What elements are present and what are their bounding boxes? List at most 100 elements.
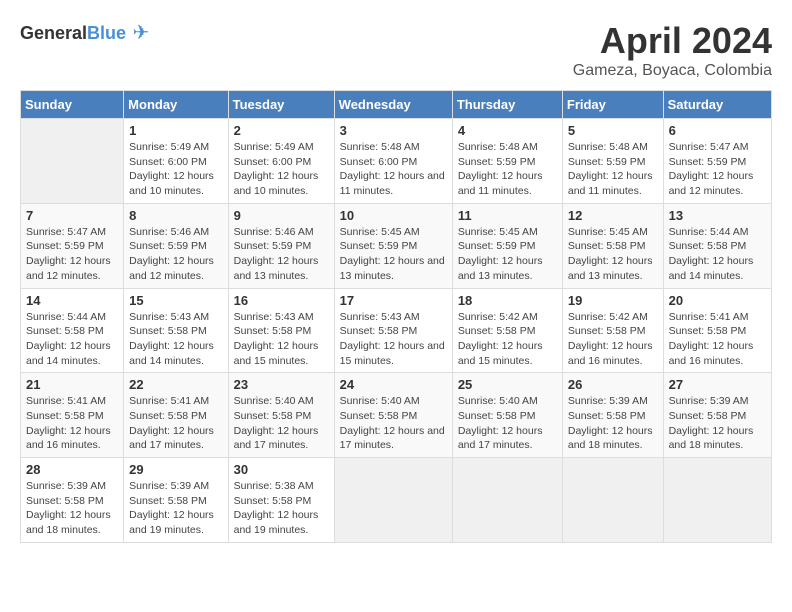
logo-blue: Blue: [87, 23, 126, 43]
day-info: Sunrise: 5:40 AMSunset: 5:58 PMDaylight:…: [234, 394, 329, 453]
week-row-1: 1 Sunrise: 5:49 AMSunset: 6:00 PMDaylight…: [21, 119, 772, 204]
calendar-cell: [21, 119, 124, 204]
calendar-header-row: SundayMondayTuesdayWednesdayThursdayFrid…: [21, 91, 772, 119]
calendar-cell: [562, 458, 663, 543]
day-number: 22: [129, 377, 222, 392]
column-header-tuesday: Tuesday: [228, 91, 334, 119]
calendar-cell: 11 Sunrise: 5:45 AMSunset: 5:59 PMDayligh…: [452, 203, 562, 288]
day-number: 2: [234, 123, 329, 138]
calendar-cell: 24Sunrise: 5:40 AMSunset: 5:58 PMDayligh…: [334, 373, 452, 458]
title-area: April 2024 Gameza, Boyaca, Colombia: [573, 20, 772, 80]
day-number: 9: [234, 208, 329, 223]
calendar-cell: 13 Sunrise: 5:44 AMSunset: 5:58 PMDayligh…: [663, 203, 771, 288]
column-header-friday: Friday: [562, 91, 663, 119]
day-info: Sunrise: 5:47 AMSunset: 5:59 PMDaylight:…: [26, 225, 118, 284]
day-number: 21: [26, 377, 118, 392]
day-info: Sunrise: 5:42 AMSunset: 5:58 PMDaylight:…: [458, 310, 557, 369]
day-number: 23: [234, 377, 329, 392]
logo-general: General: [20, 23, 87, 43]
logo-bird-icon: ✈: [133, 22, 150, 44]
calendar-cell: 6 Sunrise: 5:47 AMSunset: 5:59 PMDaylight…: [663, 119, 771, 204]
calendar-body: 1 Sunrise: 5:49 AMSunset: 6:00 PMDaylight…: [21, 119, 772, 543]
week-row-5: 28 Sunrise: 5:39 AMSunset: 5:58 PMDayligh…: [21, 458, 772, 543]
calendar-cell: 22 Sunrise: 5:41 AMSunset: 5:58 PMDayligh…: [124, 373, 228, 458]
calendar-cell: 4Sunrise: 5:48 AMSunset: 5:59 PMDaylight…: [452, 119, 562, 204]
day-number: 16: [234, 293, 329, 308]
day-number: 26: [568, 377, 658, 392]
calendar-cell: 16 Sunrise: 5:43 AMSunset: 5:58 PMDayligh…: [228, 288, 334, 373]
day-info: Sunrise: 5:40 AMSunset: 5:58 PMDaylight:…: [458, 394, 557, 453]
calendar-cell: 25 Sunrise: 5:40 AMSunset: 5:58 PMDayligh…: [452, 373, 562, 458]
calendar-cell: 23 Sunrise: 5:40 AMSunset: 5:58 PMDayligh…: [228, 373, 334, 458]
calendar-cell: 29Sunrise: 5:39 AMSunset: 5:58 PMDayligh…: [124, 458, 228, 543]
day-info: Sunrise: 5:42 AMSunset: 5:58 PMDaylight:…: [568, 310, 658, 369]
day-number: 8: [129, 208, 222, 223]
day-number: 18: [458, 293, 557, 308]
day-number: 25: [458, 377, 557, 392]
calendar-cell: 27 Sunrise: 5:39 AMSunset: 5:58 PMDayligh…: [663, 373, 771, 458]
location-subtitle: Gameza, Boyaca, Colombia: [573, 62, 772, 80]
day-info: Sunrise: 5:43 AMSunset: 5:58 PMDaylight:…: [340, 310, 447, 369]
calendar-cell: 28 Sunrise: 5:39 AMSunset: 5:58 PMDayligh…: [21, 458, 124, 543]
column-header-monday: Monday: [124, 91, 228, 119]
day-info: Sunrise: 5:44 AMSunset: 5:58 PMDaylight:…: [26, 310, 118, 369]
day-info: Sunrise: 5:49 AMSunset: 6:00 PMDaylight:…: [234, 140, 329, 199]
day-number: 11: [458, 208, 557, 223]
calendar-cell: 19 Sunrise: 5:42 AMSunset: 5:58 PMDayligh…: [562, 288, 663, 373]
day-info: Sunrise: 5:39 AMSunset: 5:58 PMDaylight:…: [129, 479, 222, 538]
day-number: 6: [669, 123, 766, 138]
day-number: 30: [234, 462, 329, 477]
calendar-cell: 20 Sunrise: 5:41 AMSunset: 5:58 PMDayligh…: [663, 288, 771, 373]
calendar-cell: [452, 458, 562, 543]
calendar-cell: 30 Sunrise: 5:38 AMSunset: 5:58 PMDayligh…: [228, 458, 334, 543]
day-info: Sunrise: 5:39 AMSunset: 5:58 PMDaylight:…: [669, 394, 766, 453]
calendar-cell: 5Sunrise: 5:48 AMSunset: 5:59 PMDaylight…: [562, 119, 663, 204]
column-header-sunday: Sunday: [21, 91, 124, 119]
day-info: Sunrise: 5:40 AMSunset: 5:58 PMDaylight:…: [340, 394, 447, 453]
day-info: Sunrise: 5:44 AMSunset: 5:58 PMDaylight:…: [669, 225, 766, 284]
calendar-cell: 17 Sunrise: 5:43 AMSunset: 5:58 PMDayligh…: [334, 288, 452, 373]
day-info: Sunrise: 5:48 AMSunset: 5:59 PMDaylight:…: [568, 140, 658, 199]
day-info: Sunrise: 5:41 AMSunset: 5:58 PMDaylight:…: [129, 394, 222, 453]
day-number: 4: [458, 123, 557, 138]
day-info: Sunrise: 5:45 AMSunset: 5:58 PMDaylight:…: [568, 225, 658, 284]
calendar-cell: 1Sunrise: 5:49 AMSunset: 6:00 PMDaylight…: [124, 119, 228, 204]
calendar-cell: 2 Sunrise: 5:49 AMSunset: 6:00 PMDaylight…: [228, 119, 334, 204]
logo: GeneralBlue ✈: [20, 20, 149, 45]
day-info: Sunrise: 5:43 AMSunset: 5:58 PMDaylight:…: [234, 310, 329, 369]
day-info: Sunrise: 5:41 AMSunset: 5:58 PMDaylight:…: [669, 310, 766, 369]
day-number: 10: [340, 208, 447, 223]
day-number: 20: [669, 293, 766, 308]
day-number: 13: [669, 208, 766, 223]
day-number: 1: [129, 123, 222, 138]
day-number: 27: [669, 377, 766, 392]
day-number: 17: [340, 293, 447, 308]
calendar-cell: 15Sunrise: 5:43 AMSunset: 5:58 PMDayligh…: [124, 288, 228, 373]
day-number: 15: [129, 293, 222, 308]
column-header-wednesday: Wednesday: [334, 91, 452, 119]
day-info: Sunrise: 5:46 AMSunset: 5:59 PMDaylight:…: [234, 225, 329, 284]
day-number: 19: [568, 293, 658, 308]
day-info: Sunrise: 5:47 AMSunset: 5:59 PMDaylight:…: [669, 140, 766, 199]
day-info: Sunrise: 5:41 AMSunset: 5:58 PMDaylight:…: [26, 394, 118, 453]
calendar-cell: 8 Sunrise: 5:46 AMSunset: 5:59 PMDaylight…: [124, 203, 228, 288]
calendar-cell: 12Sunrise: 5:45 AMSunset: 5:58 PMDayligh…: [562, 203, 663, 288]
calendar-table: SundayMondayTuesdayWednesdayThursdayFrid…: [20, 90, 772, 543]
calendar-cell: 14Sunrise: 5:44 AMSunset: 5:58 PMDayligh…: [21, 288, 124, 373]
day-number: 7: [26, 208, 118, 223]
day-info: Sunrise: 5:45 AMSunset: 5:59 PMDaylight:…: [458, 225, 557, 284]
calendar-cell: 10 Sunrise: 5:45 AMSunset: 5:59 PMDayligh…: [334, 203, 452, 288]
calendar-cell: 3Sunrise: 5:48 AMSunset: 6:00 PMDaylight…: [334, 119, 452, 204]
day-info: Sunrise: 5:39 AMSunset: 5:58 PMDaylight:…: [26, 479, 118, 538]
day-info: Sunrise: 5:45 AMSunset: 5:59 PMDaylight:…: [340, 225, 447, 284]
calendar-cell: 21 Sunrise: 5:41 AMSunset: 5:58 PMDayligh…: [21, 373, 124, 458]
day-number: 28: [26, 462, 118, 477]
calendar-cell: 9 Sunrise: 5:46 AMSunset: 5:59 PMDaylight…: [228, 203, 334, 288]
day-info: Sunrise: 5:38 AMSunset: 5:58 PMDaylight:…: [234, 479, 329, 538]
calendar-cell: [334, 458, 452, 543]
header: GeneralBlue ✈ April 2024 Gameza, Boyaca,…: [20, 20, 772, 80]
day-info: Sunrise: 5:46 AMSunset: 5:59 PMDaylight:…: [129, 225, 222, 284]
day-info: Sunrise: 5:39 AMSunset: 5:58 PMDaylight:…: [568, 394, 658, 453]
week-row-4: 21 Sunrise: 5:41 AMSunset: 5:58 PMDayligh…: [21, 373, 772, 458]
column-header-saturday: Saturday: [663, 91, 771, 119]
